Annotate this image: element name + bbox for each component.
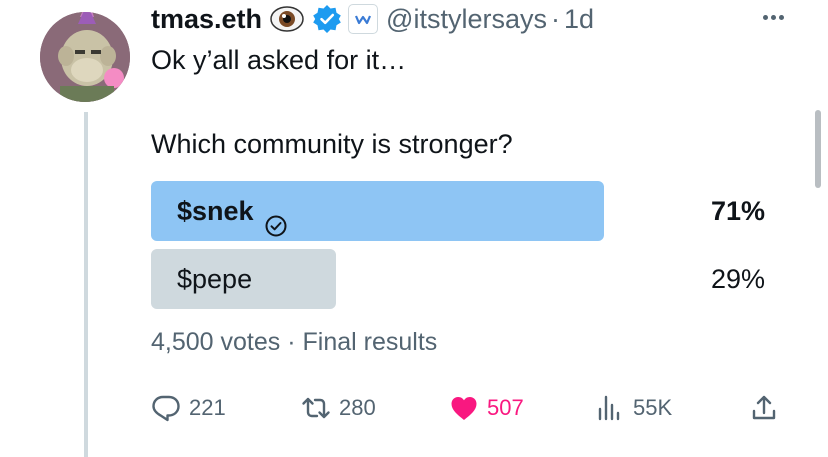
poll-option-percent: 71% <box>710 196 765 226</box>
poll-option-label: $pepe <box>177 249 252 309</box>
like-icon <box>451 397 477 420</box>
poll-option-text: $snek <box>177 196 254 226</box>
poll-option-pepe: $pepe 29% <box>151 249 765 309</box>
share-button[interactable] <box>749 388 787 428</box>
action-bar: 221 280 507 55K <box>151 388 791 428</box>
reply-icon <box>152 395 180 422</box>
author-handle[interactable]: @itstylersays <box>386 4 547 35</box>
repost-count: 280 <box>339 395 376 420</box>
tweet-text: Ok y’all asked for it… <box>151 45 407 75</box>
more-icon[interactable] <box>755 4 791 30</box>
tweet-timestamp[interactable]: 1d <box>564 4 594 35</box>
poll-meta: 4,500 votes · Final results <box>151 326 437 358</box>
reply-count: 221 <box>189 395 226 420</box>
views-icon <box>598 395 620 421</box>
eye-emoji-icon <box>270 2 304 36</box>
poll-question: Which community is stronger? <box>151 129 513 159</box>
separator-dot: · <box>550 3 560 34</box>
avatar[interactable] <box>40 12 130 102</box>
affiliate-badge-icon[interactable] <box>348 4 379 34</box>
share-icon <box>752 395 776 420</box>
poll-status: Final results <box>302 328 438 356</box>
author-name[interactable]: tmas.eth <box>151 4 262 35</box>
poll-option-snek: $snek 71% <box>151 181 765 241</box>
poll-option-label: $snek <box>177 181 288 241</box>
views-button[interactable]: 55K <box>595 388 672 428</box>
scrollbar[interactable] <box>815 110 821 188</box>
poll-option-percent: 29% <box>710 264 765 294</box>
like-count: 507 <box>487 395 524 420</box>
reply-button[interactable]: 221 <box>151 388 226 428</box>
repost-button[interactable]: 280 <box>301 388 376 428</box>
views-count: 55K <box>633 395 673 420</box>
verified-badge-icon[interactable] <box>312 4 342 34</box>
poll-votes: 4,500 votes <box>151 328 281 356</box>
like-button[interactable]: 507 <box>449 388 524 428</box>
check-circle-icon <box>264 199 288 237</box>
thread-line <box>84 112 88 457</box>
repost-icon <box>302 397 330 419</box>
poll-option-text: $pepe <box>177 264 253 294</box>
separator-dot: · <box>287 328 296 356</box>
tweet-header: tmas.eth @itstylersays · 1d <box>151 0 594 38</box>
